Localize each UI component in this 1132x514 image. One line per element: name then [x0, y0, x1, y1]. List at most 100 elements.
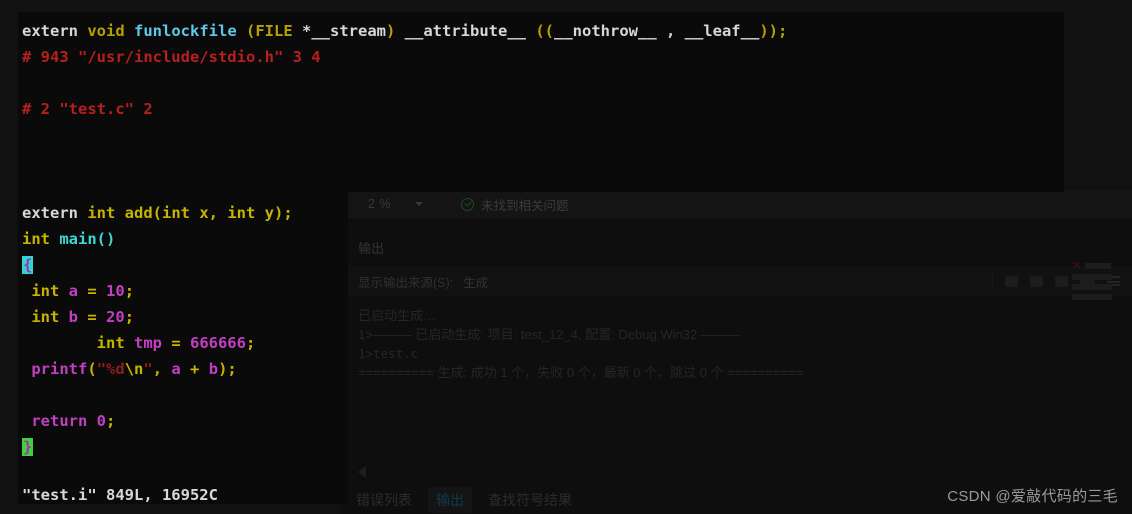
code-token: 10 [106, 282, 125, 300]
line-int-tmp: int tmp = 666666; [22, 330, 1068, 356]
close-x-icon: ✕ [1072, 260, 1082, 272]
code-token: *__stream [302, 22, 386, 40]
code-token: ; [245, 334, 256, 352]
code-token: )) [759, 22, 778, 40]
code-token: int [87, 204, 125, 222]
code-token: void [87, 22, 134, 40]
line-close-brace: } [22, 434, 1068, 460]
line-blank-2 [22, 122, 1068, 148]
code-token: (( [535, 22, 554, 40]
code-token: ; [283, 204, 293, 222]
code-token: main [59, 230, 97, 248]
code-token: x [199, 204, 209, 222]
line-extern-add: extern int add(int x, int y); [22, 200, 1068, 226]
code-token: int [227, 204, 265, 222]
code-token: printf [31, 360, 88, 378]
code-token: 0 [96, 412, 107, 430]
code-token: () [96, 230, 116, 248]
code-token: # 943 "/usr/include/stdio.h" 3 4 [22, 48, 321, 66]
code-token: a [68, 282, 79, 300]
placeholder-bar [1072, 284, 1112, 290]
line-printf: printf("%d\n", a + b); [22, 356, 1068, 382]
code-token: add [124, 204, 153, 222]
code-token: , [152, 360, 172, 378]
code-token: # 2 "test.c" 2 [22, 100, 153, 118]
code-token: int [96, 334, 134, 352]
code-token: " [143, 360, 153, 378]
vim-status-line: "test.i" 849L, 16952C [22, 486, 218, 504]
code-token: = [78, 308, 107, 326]
code-token: ) [274, 204, 284, 222]
code-token: b [208, 360, 219, 378]
csdn-watermark: CSDN @爱敲代码的三毛 [947, 488, 1118, 505]
line-return: return 0; [22, 408, 1068, 434]
placeholder-bar [1085, 263, 1112, 269]
code-token: ( [245, 22, 256, 40]
terminal-text-area[interactable]: extern void funlockfile (FILE *__stream)… [22, 18, 1068, 460]
screenshot-root: 2 % 未找到相关问题 输出 显示输出来源(S): 生成 已启动生成… 1>——… [0, 0, 1132, 514]
code-token: ( [152, 204, 162, 222]
code-token: extern [22, 204, 88, 222]
code-token: int [31, 308, 69, 326]
code-token: __attribute__ [395, 22, 536, 40]
code-token: , [208, 204, 228, 222]
code-token: ( [87, 360, 97, 378]
line-blank-5 [22, 382, 1068, 408]
placeholder-bar [1072, 294, 1112, 300]
code-token: = [161, 334, 190, 352]
placeholder-bar [1072, 274, 1112, 280]
triangle-left-icon[interactable] [358, 466, 366, 478]
code-token: int [162, 204, 200, 222]
code-token: y [264, 204, 275, 222]
code-token: a [171, 360, 181, 378]
line-int-a: int a = 10; [22, 278, 1068, 304]
right-strip-row [1072, 274, 1124, 280]
code-token: ; [106, 412, 116, 430]
code-token: return [31, 412, 97, 430]
code-token: int [31, 282, 69, 300]
code-token: ; [124, 308, 135, 326]
code-token: ; [227, 360, 237, 378]
code-token: = [78, 282, 107, 300]
code-token: tmp [133, 334, 162, 352]
code-token: __nothrow__ , __leaf__ [554, 22, 760, 40]
code-token: } [22, 438, 34, 456]
code-token: int [22, 230, 60, 248]
code-token: ; [777, 22, 788, 40]
code-token: ; [124, 282, 135, 300]
code-token: FILE [255, 22, 302, 40]
code-token: "%d [96, 360, 125, 378]
right-strip-row [1072, 284, 1124, 290]
code-token: b [68, 308, 79, 326]
line-extern-funlockfile: extern void funlockfile (FILE *__stream)… [22, 18, 1068, 44]
code-token: extern [22, 22, 88, 40]
line-blank-1 [22, 70, 1068, 96]
code-token: + [180, 360, 209, 378]
tab-find-symbol-results[interactable]: 查找符号结果 [480, 487, 580, 513]
code-token: ) [218, 360, 228, 378]
code-token: funlockfile [134, 22, 246, 40]
code-token: \n [124, 360, 144, 378]
right-strip-row: ✕ [1072, 260, 1124, 272]
line-directive-stdio: # 943 "/usr/include/stdio.h" 3 4 [22, 44, 1068, 70]
right-toolbar-strip: ✕ [1072, 260, 1124, 310]
line-int-main: int main() [22, 226, 1068, 252]
tab-error-list[interactable]: 错误列表 [348, 487, 420, 513]
code-token: 20 [106, 308, 125, 326]
line-blank-4 [22, 174, 1068, 200]
line-directive-testc: # 2 "test.c" 2 [22, 96, 1068, 122]
code-token: ) [386, 22, 396, 40]
line-int-b: int b = 20; [22, 304, 1068, 330]
code-token: 666666 [189, 334, 246, 352]
tab-output[interactable]: 输出 [428, 487, 472, 513]
